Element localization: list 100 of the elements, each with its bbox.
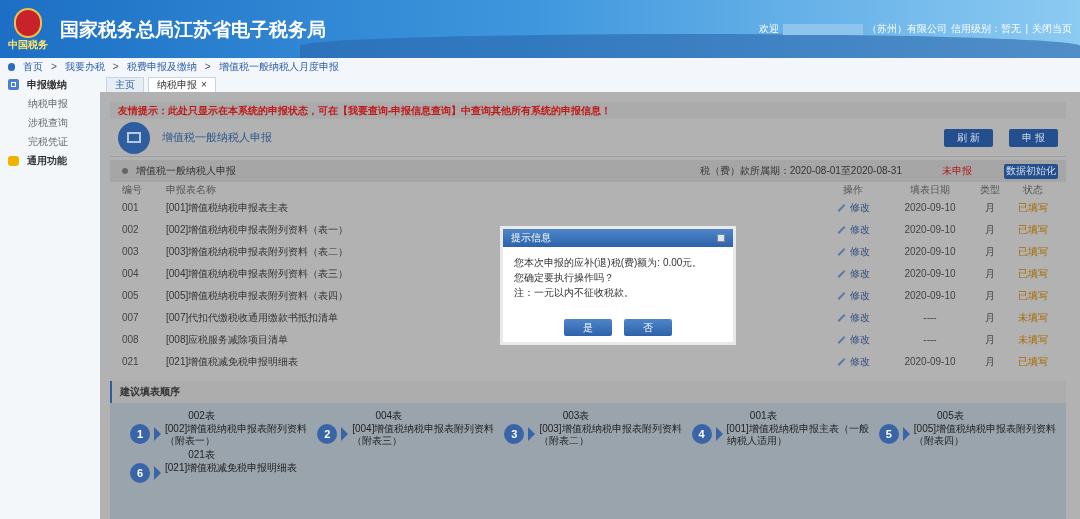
column-header: 类型 xyxy=(980,183,1000,195)
edit-link[interactable]: 修改 xyxy=(849,269,870,279)
form-name: [001]增值税纳税申报表主表 xyxy=(166,202,289,213)
fill-date: 2020-09-10 xyxy=(904,268,956,279)
breadcrumb-link[interactable]: 税费申报及缴纳 xyxy=(126,61,197,72)
fill-status: 未填写 xyxy=(1018,334,1048,345)
close-icon[interactable] xyxy=(717,234,725,242)
logo-text: 中国税务 xyxy=(8,40,48,50)
fill-status: 未填写 xyxy=(1018,312,1048,323)
dialog-button[interactable]: 是 xyxy=(564,319,612,336)
action-button[interactable]: 刷 新 xyxy=(944,128,993,147)
edit-link[interactable]: 修改 xyxy=(849,203,870,213)
step-description: （附表二） xyxy=(539,435,591,447)
edit-link[interactable]: 修改 xyxy=(849,335,870,345)
init-data-button[interactable]: 数据初始化 xyxy=(1004,163,1058,179)
form-name: [004]增值税纳税申报表附列资料（表三） xyxy=(166,268,349,279)
step-description: （附表三） xyxy=(352,435,404,447)
pencil-icon xyxy=(837,270,845,278)
sidebar-section[interactable]: 通用功能 xyxy=(27,156,67,166)
welcome-text: 欢迎 xyxy=(759,24,780,34)
tab-close-icon[interactable]: × xyxy=(201,80,207,90)
emblem-icon xyxy=(14,8,42,38)
edit-link[interactable]: 修改 xyxy=(849,313,870,323)
pencil-icon xyxy=(837,358,845,366)
fill-status: 已填写 xyxy=(1018,268,1048,279)
arrow-icon xyxy=(154,427,161,441)
company-name: （苏州）有限公司 xyxy=(867,24,948,34)
step-description: 纳税人适用） xyxy=(726,435,788,447)
column-header: 操作 xyxy=(843,183,863,195)
row-number: 005 xyxy=(122,290,139,301)
period-type: 月 xyxy=(985,202,995,213)
pencil-icon xyxy=(837,314,845,322)
dialog-button[interactable]: 否 xyxy=(624,319,672,336)
breadcrumb-link[interactable]: 增值税一般纳税人月度申报 xyxy=(218,61,339,72)
form-title: 增值税一般纳税人申报 xyxy=(162,132,272,143)
step-number: 6 xyxy=(130,463,150,483)
pencil-icon xyxy=(837,336,845,344)
pencil-icon xyxy=(837,204,845,212)
breadcrumb-separator: > xyxy=(204,61,211,72)
arrow-icon xyxy=(341,427,349,441)
row-number: 002 xyxy=(122,224,139,235)
fill-date: 2020-09-10 xyxy=(904,246,956,257)
step-number: 5 xyxy=(878,424,899,444)
tab[interactable]: 纳税申报 × xyxy=(148,77,216,92)
breadcrumb-link[interactable]: 首页 xyxy=(23,61,43,72)
edit-link[interactable]: 修改 xyxy=(849,291,870,301)
breadcrumb-link[interactable]: 我要办税 xyxy=(64,61,105,72)
step-number: 2 xyxy=(317,424,338,444)
form-name: [005]增值税纳税申报表附列资料（表四） xyxy=(166,290,349,301)
edit-link[interactable]: 修改 xyxy=(849,225,870,235)
form-name: [021]增值税减免税申报明细表 xyxy=(166,356,299,367)
row-number: 008 xyxy=(122,334,139,345)
period-type: 月 xyxy=(985,246,995,257)
tab[interactable]: 主页 xyxy=(106,77,144,92)
notice-text: 友情提示：此处只显示在本系统的申报状态，可在【我要查询-申报信息查询】中查询其他所有系统的申报信息！ xyxy=(118,105,612,116)
site-title: 国家税务总局江苏省电子税务局 xyxy=(60,19,326,39)
arrow-icon xyxy=(902,427,910,441)
sidebar-item[interactable]: 完税凭证 xyxy=(8,137,100,147)
step-code: 001表 xyxy=(748,411,778,421)
step-description: [003]增值税纳税申报表附列资料 xyxy=(539,423,682,435)
step-description: [005]增值税纳税申报表附列资料 xyxy=(913,423,1057,435)
period-type: 月 xyxy=(985,356,995,367)
credit-level: 信用级别：暂无 xyxy=(951,24,1022,34)
row-number: 021 xyxy=(122,356,139,367)
arrow-icon xyxy=(154,466,161,480)
speech-bubble-icon xyxy=(8,156,19,166)
fill-date: ---- xyxy=(923,312,937,323)
period-text: 税（费）款所属期：2020-08-01至2020-08-31 xyxy=(699,166,902,176)
form-name: [008]应税服务减除项目清单 xyxy=(166,334,289,345)
sidebar-item[interactable]: 纳税申报 xyxy=(8,99,100,109)
fill-date: 2020-09-10 xyxy=(904,356,956,367)
row-number: 004 xyxy=(122,268,139,279)
step-code: 005表 xyxy=(936,411,965,421)
pencil-icon xyxy=(837,292,845,300)
step-number: 4 xyxy=(691,424,712,444)
period-type: 月 xyxy=(985,334,995,345)
step-code: 003表 xyxy=(561,411,591,421)
dialog-message: 您本次申报的应补(退)税(费)额为: 0.00元。 xyxy=(514,258,704,268)
step-description: （附表一） xyxy=(165,435,216,447)
dialog-title: 提示信息 xyxy=(511,233,551,243)
separator-text: | xyxy=(1025,24,1028,34)
fill-status: 已填写 xyxy=(1018,290,1048,301)
dialog-message: 注：一元以内不征收税款。 xyxy=(514,288,635,298)
sidebar-section[interactable]: 申报缴纳 xyxy=(27,79,67,90)
pencil-icon xyxy=(837,248,845,256)
sidebar-item[interactable]: 涉税查询 xyxy=(8,118,100,128)
column-header: 状态 xyxy=(1023,183,1043,195)
edit-link[interactable]: 修改 xyxy=(849,247,870,257)
fill-status: 已填写 xyxy=(1018,224,1048,235)
edit-link[interactable]: 修改 xyxy=(849,357,870,367)
grid-icon xyxy=(8,79,19,90)
step-code: 002表 xyxy=(187,411,216,421)
order-title: 建议填表顺序 xyxy=(120,387,180,397)
column-header: 填表日期 xyxy=(910,183,950,195)
dialog-message: 您确定要执行操作吗？ xyxy=(514,273,615,283)
action-button[interactable]: 申 报 xyxy=(1009,128,1058,147)
column-header: 编号 xyxy=(122,183,142,195)
fill-date: ---- xyxy=(923,334,937,345)
fill-status: 已填写 xyxy=(1018,356,1048,367)
form-name: [002]增值税纳税申报表附列资料（表一） xyxy=(166,224,349,235)
